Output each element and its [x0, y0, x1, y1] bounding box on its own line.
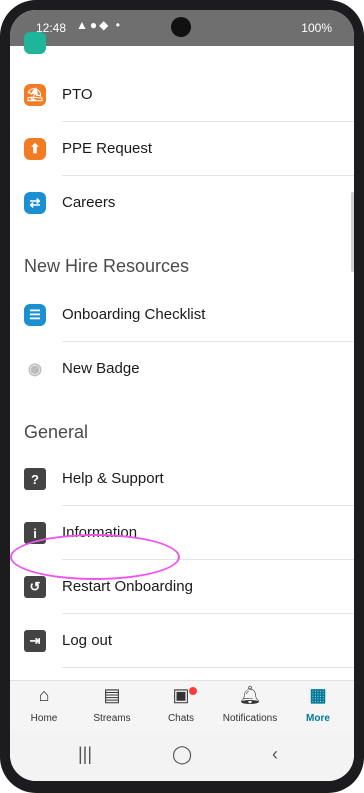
careers-icon: ⇄ — [24, 192, 46, 214]
status-bar: 12:48 ▲●◆ • 100% — [10, 10, 354, 46]
partial-menu-icon — [24, 32, 46, 54]
checklist-icon: ☰ — [24, 304, 46, 326]
status-battery-text: 100% — [301, 21, 332, 35]
menu-item-new-badge[interactable]: ◉ New Badge — [10, 342, 354, 396]
tab-label: Chats — [167, 713, 195, 724]
menu-item-label: PTO — [62, 86, 93, 103]
tab-streams[interactable]: ▤ Streams — [78, 681, 146, 731]
more-icon: ▦ — [309, 685, 327, 705]
help-icon: ? — [24, 468, 46, 490]
status-notification-icons: ▲●◆ • — [76, 18, 122, 32]
tab-home[interactable]: ⌂ Home — [10, 681, 78, 731]
pto-icon: ⛱ — [24, 84, 46, 106]
section-title-general: General — [24, 422, 89, 442]
more-menu-list[interactable]: ⛱ PTO ⬆ PPE Request ⇄ Careers New Hire R… — [10, 32, 354, 680]
front-camera — [171, 17, 191, 37]
restart-icon: ↺ — [24, 576, 46, 598]
bottom-tab-bar: ⌂ Home ▤ Streams ▣ Chats 🔔︎ Notification… — [10, 680, 354, 731]
menu-item-label: Onboarding Checklist — [62, 306, 206, 323]
recent-apps-icon[interactable]: ||| — [78, 744, 92, 765]
home-circle-icon[interactable]: ◯ — [172, 744, 192, 765]
tab-label: Notifications — [222, 713, 278, 724]
menu-item-log-out[interactable]: ⇥ Log out — [10, 614, 354, 668]
menu-item-ppe-request[interactable]: ⬆ PPE Request — [10, 122, 354, 176]
menu-item-careers[interactable]: ⇄ Careers — [10, 176, 354, 230]
menu-item-label: Log out — [62, 632, 113, 649]
menu-item-label: PPE Request — [62, 140, 153, 157]
logout-icon: ⇥ — [24, 630, 46, 652]
tab-more[interactable]: ▦ More — [284, 681, 352, 731]
app-screen: 12:48 ▲●◆ • 100% ⛱ PTO ⬆ PPE Request ⇄ C… — [10, 10, 354, 781]
back-icon[interactable]: ‹ — [272, 744, 278, 765]
menu-item-onboarding-checklist[interactable]: ☰ Onboarding Checklist — [10, 288, 354, 342]
streams-icon: ▤ — [103, 685, 121, 705]
tab-label: Home — [30, 713, 58, 724]
menu-item-pto[interactable]: ⛱ PTO — [10, 68, 354, 122]
tab-chats[interactable]: ▣ Chats — [147, 681, 215, 731]
badge-icon: ◉ — [24, 358, 46, 380]
menu-item-label: Restart Onboarding — [62, 578, 193, 595]
home-icon: ⌂ — [38, 685, 50, 705]
menu-item-label: Help & Support — [62, 470, 164, 487]
section-title-new-hire: New Hire Resources — [24, 256, 190, 276]
ppe-request-icon: ⬆ — [24, 138, 46, 160]
tab-label: More — [306, 713, 330, 724]
highlight-annotation-ellipse — [10, 534, 180, 580]
divider — [62, 667, 354, 668]
android-navigation-bar: ||| ◯ ‹ — [10, 730, 354, 781]
menu-item-help-support[interactable]: ? Help & Support — [10, 452, 354, 506]
tab-label: Streams — [93, 713, 131, 724]
tab-notifications[interactable]: 🔔︎ Notifications — [216, 681, 284, 731]
menu-item-label: New Badge — [62, 360, 140, 377]
scrollbar[interactable] — [351, 192, 354, 272]
phone-frame: 12:48 ▲●◆ • 100% ⛱ PTO ⬆ PPE Request ⇄ C… — [0, 0, 364, 793]
chats-unread-badge — [189, 687, 197, 695]
notifications-icon: 🔔︎ — [238, 685, 262, 705]
menu-item-label: Careers — [62, 194, 116, 211]
chats-icon: ▣ — [172, 685, 190, 705]
